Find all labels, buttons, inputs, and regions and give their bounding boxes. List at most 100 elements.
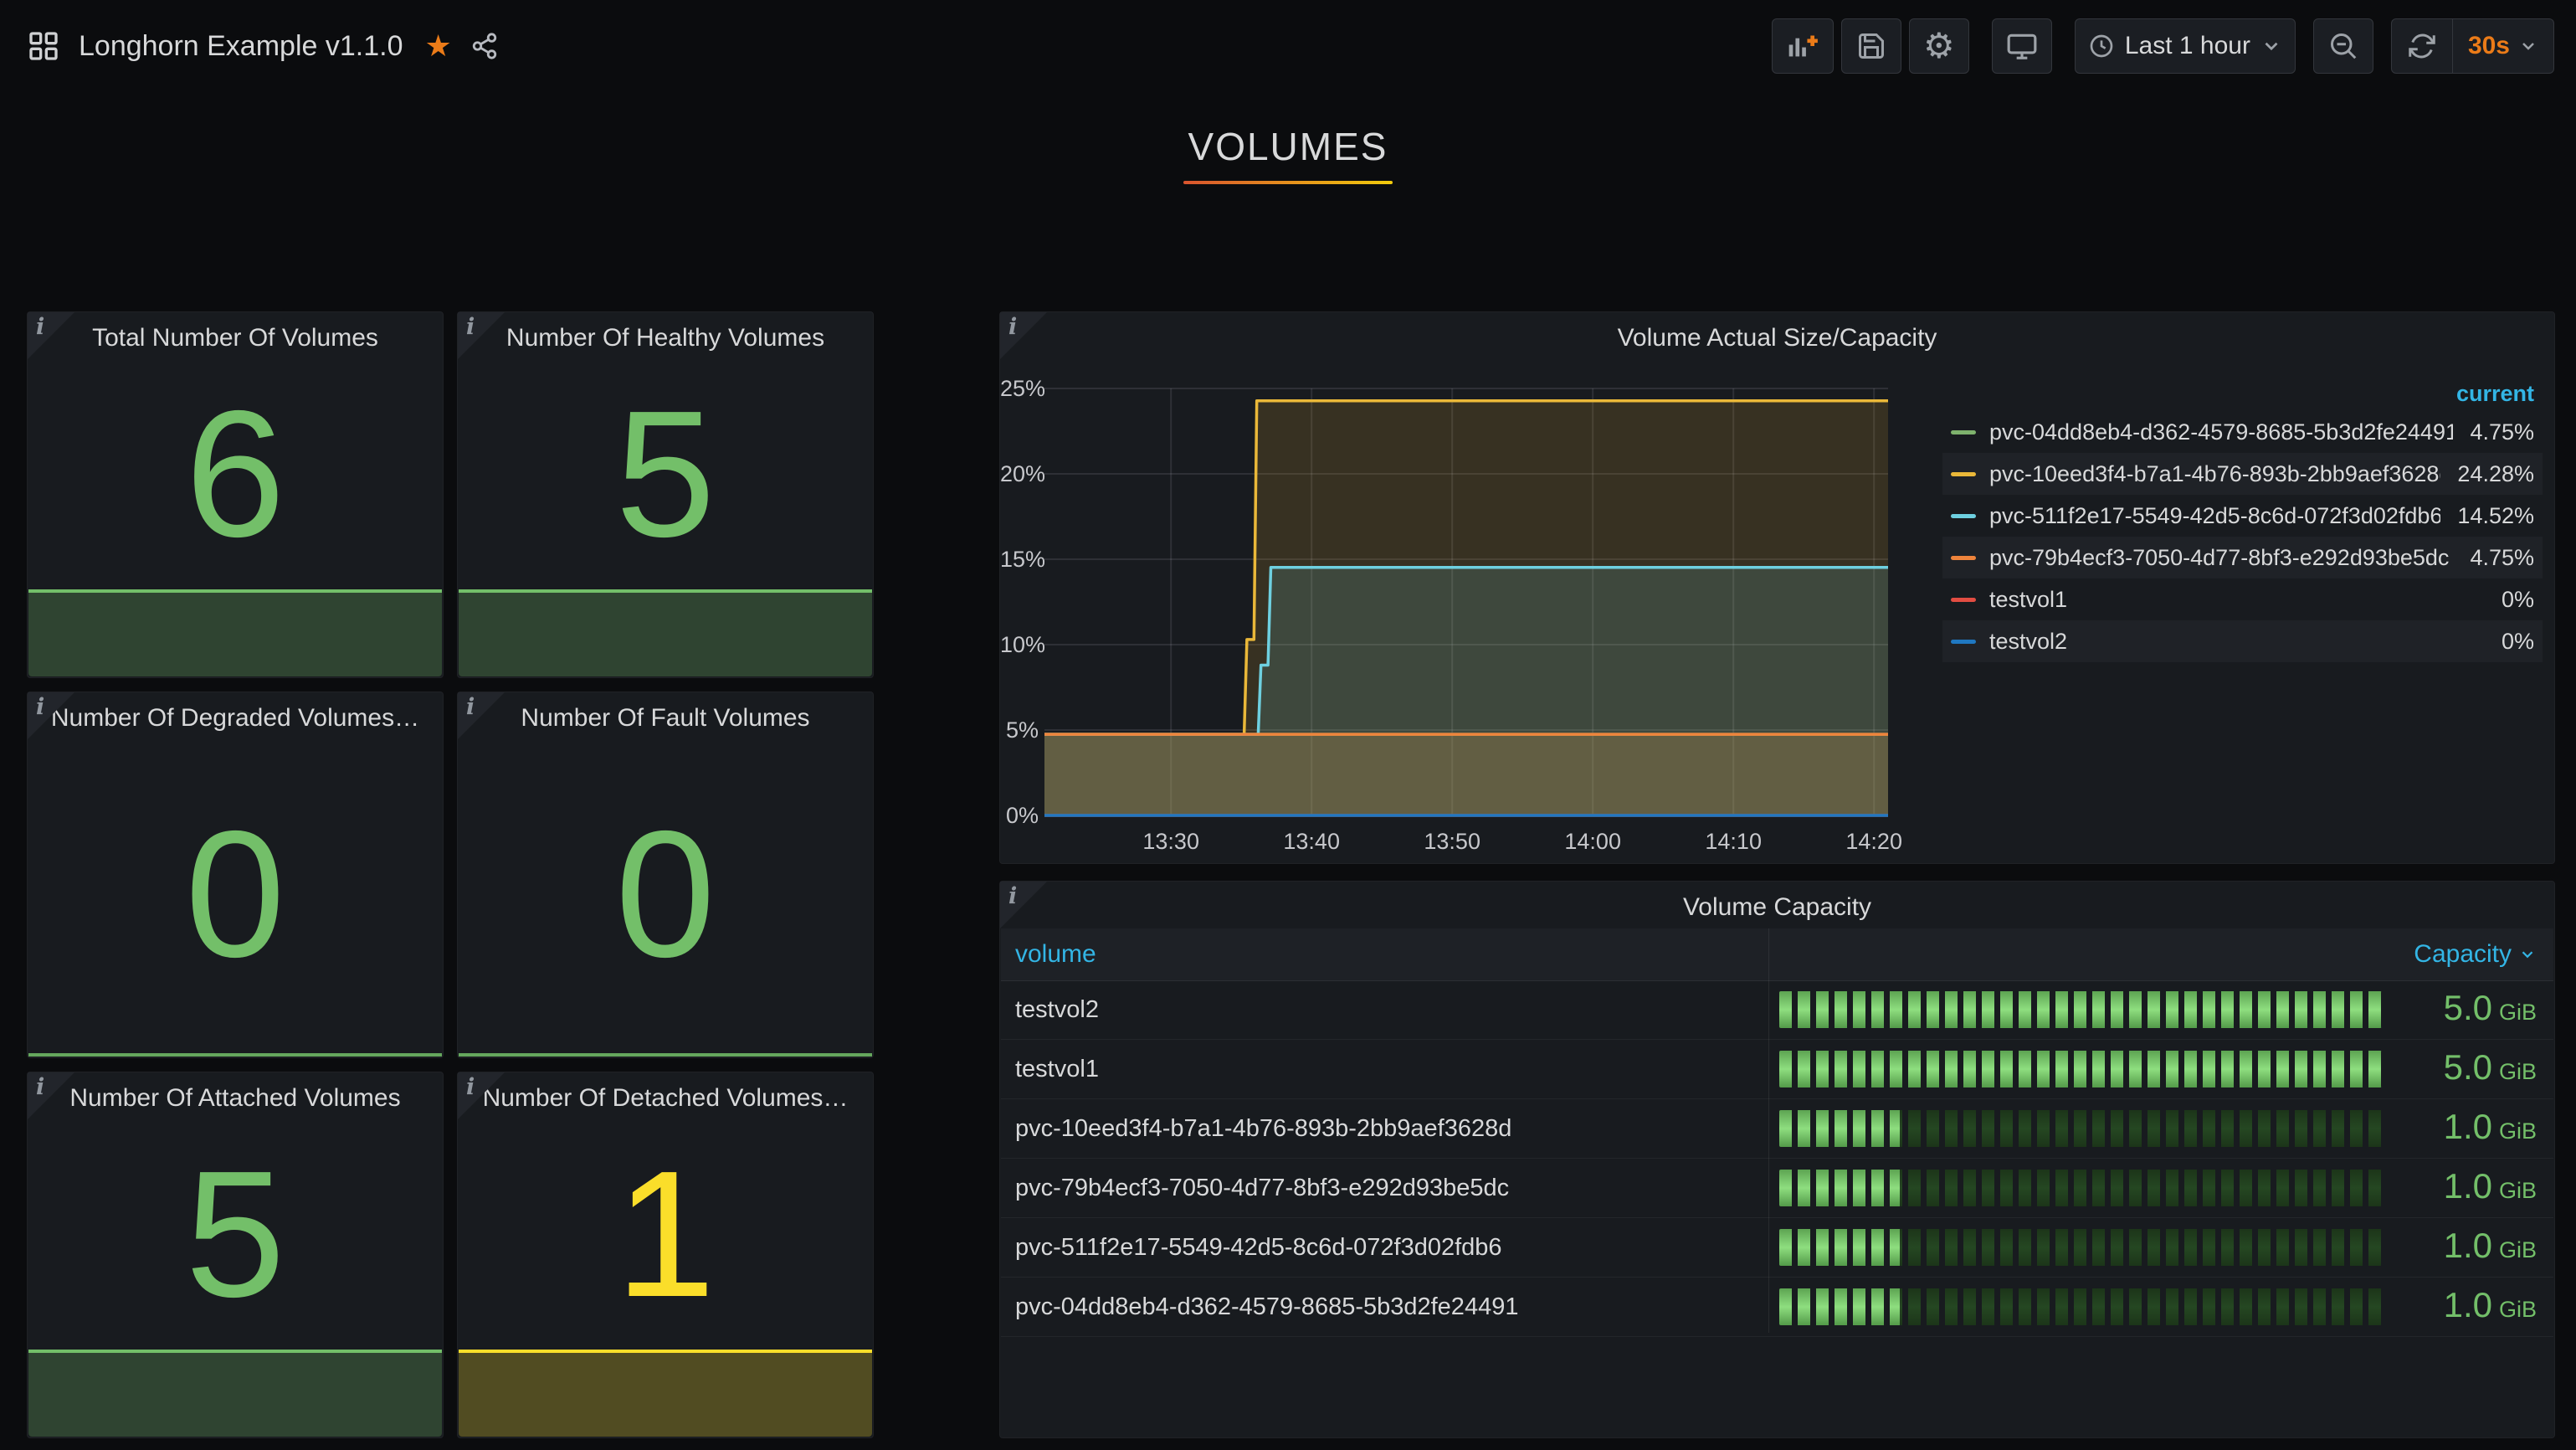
apps-grid-icon[interactable]	[27, 29, 60, 63]
gear-icon: ⚙	[1923, 28, 1955, 64]
legend-item[interactable]: pvc-79b4ecf3-7050-4d77-8bf3-e292d93be5dc…	[1942, 537, 2543, 578]
stat-panel-title: Number Of Fault Volumes	[458, 704, 873, 733]
y-tick-label: 20%	[1000, 461, 1039, 487]
time-range-label: Last 1 hour	[2125, 32, 2250, 60]
refresh-interval-dropdown[interactable]: 30s	[2452, 19, 2553, 73]
capacity-value-cell: 1.0 GiB	[2444, 1218, 2537, 1277]
grafana-dashboard: Longhorn Example v1.1.0 ★	[0, 0, 2576, 1450]
refresh-picker: 30s	[2391, 18, 2554, 74]
x-tick-label: 13:50	[1402, 829, 1502, 855]
section-heading: VOLUMES	[0, 124, 2576, 184]
stat-value: 0	[28, 734, 443, 1052]
x-tick-label: 13:30	[1121, 829, 1221, 855]
stat-panel: iNumber Of Detached Volumes…1	[457, 1072, 874, 1438]
legend-current-value: 4.75%	[2470, 545, 2534, 571]
panel-info-corner[interactable]: i	[458, 692, 505, 739]
legend-series-name[interactable]: pvc-79b4ecf3-7050-4d77-8bf3-e292d93be5dc	[1989, 545, 2453, 571]
capacity-bar-fill	[1779, 1229, 1900, 1266]
table-panel-volume-capacity: i Volume Capacity volume Capacity testvo…	[999, 881, 2555, 1438]
column-header-capacity[interactable]: Capacity	[2414, 928, 2537, 980]
save-dashboard-button[interactable]	[1841, 18, 1901, 74]
info-icon: i	[36, 694, 44, 720]
capacity-bar-gauge	[1779, 1170, 2382, 1206]
table-row[interactable]: testvol2 5.0 GiB	[1001, 980, 2553, 1040]
stat-panel-title: Number Of Healthy Volumes	[458, 324, 873, 352]
favorite-star-icon[interactable]: ★	[424, 31, 451, 61]
capacity-number: 5.0	[2444, 988, 2492, 1027]
legend-item[interactable]: pvc-511f2e17-5549-42d5-8c6d-072f3d02fdb6…	[1942, 495, 2543, 537]
column-header-volume[interactable]: volume	[1015, 928, 1096, 980]
series-color-dash-icon	[1951, 472, 1976, 476]
legend-current-value: 24.28%	[2457, 461, 2534, 487]
panel-info-corner[interactable]: i	[458, 1072, 505, 1119]
section-heading-text: VOLUMES	[0, 124, 2576, 169]
panel-info-corner[interactable]: i	[28, 692, 74, 739]
x-tick-label: 14:20	[1824, 829, 1924, 855]
chevron-down-icon	[2518, 36, 2538, 56]
capacity-unit: GiB	[2499, 1237, 2537, 1262]
table-row[interactable]: testvol15.0GiB	[1001, 1040, 2553, 1099]
table-row[interactable]: pvc-79b4ecf3-7050-4d77-8bf3-e292d93be5dc…	[1001, 1159, 2553, 1218]
legend-series-name[interactable]: testvol1	[1989, 587, 2485, 613]
legend-series-name[interactable]: pvc-511f2e17-5549-42d5-8c6d-072f3d02fdb6	[1989, 503, 2440, 529]
capacity-number: 1.0	[2444, 1166, 2492, 1206]
info-icon: i	[1008, 883, 1017, 909]
chart-panel-title: Volume Actual Size/Capacity	[1000, 324, 2554, 352]
zoom-out-button[interactable]	[2313, 18, 2373, 74]
share-icon[interactable]	[470, 32, 499, 60]
info-icon: i	[466, 1074, 475, 1100]
volume-name-cell: pvc-79b4ecf3-7050-4d77-8bf3-e292d93be5dc	[1015, 1159, 1509, 1217]
panel-info-corner[interactable]: i	[28, 312, 74, 359]
chevron-down-icon	[2260, 35, 2282, 57]
y-tick-label: 10%	[1000, 632, 1039, 658]
table-row[interactable]: pvc-04dd8eb4-d362-4579-8685-5b3d2fe24491…	[1001, 1278, 2553, 1337]
legend-item[interactable]: pvc-10eed3f4-b7a1-4b76-893b-2bb9aef3628d…	[1942, 453, 2543, 495]
legend-series-name[interactable]: pvc-04dd8eb4-d362-4579-8685-5b3d2fe24491	[1989, 419, 2453, 445]
info-icon: i	[36, 314, 44, 340]
panel-info-corner[interactable]: i	[1000, 312, 1047, 359]
chart-panel-volume-actual-size: i Volume Actual Size/Capacity 0%5%10%15%…	[999, 311, 2555, 864]
legend-item[interactable]: pvc-04dd8eb4-d362-4579-8685-5b3d2fe24491…	[1942, 411, 2543, 453]
panel-info-corner[interactable]: i	[458, 312, 505, 359]
legend-current-value: 0%	[2502, 629, 2534, 655]
x-tick-label: 14:10	[1683, 829, 1783, 855]
y-tick-label: 5%	[1000, 717, 1039, 743]
time-range-picker[interactable]: Last 1 hour	[2075, 18, 2296, 74]
table-row[interactable]: pvc-511f2e17-5549-42d5-8c6d-072f3d02fdb6…	[1001, 1218, 2553, 1278]
info-icon: i	[466, 314, 475, 340]
capacity-unit: GiB	[2499, 1178, 2537, 1203]
capacity-unit: GiB	[2499, 1118, 2537, 1144]
refresh-interval-label: 30s	[2468, 32, 2510, 60]
series-color-dash-icon	[1951, 430, 1976, 434]
capacity-number: 1.0	[2444, 1226, 2492, 1265]
legend-series-name[interactable]: pvc-10eed3f4-b7a1-4b76-893b-2bb9aef3628d	[1989, 461, 2440, 487]
y-tick-label: 25%	[1000, 376, 1039, 402]
table-row[interactable]: pvc-10eed3f4-b7a1-4b76-893b-2bb9aef3628d…	[1001, 1099, 2553, 1159]
series-color-dash-icon	[1951, 514, 1976, 518]
add-panel-button[interactable]	[1772, 18, 1834, 74]
legend-series-name[interactable]: testvol2	[1989, 629, 2485, 655]
legend-current-value: 4.75%	[2470, 419, 2534, 445]
capacity-bar-fill	[1779, 991, 2382, 1028]
capacity-number: 5.0	[2444, 1047, 2492, 1087]
dashboard-title[interactable]: Longhorn Example v1.1.0	[79, 30, 403, 63]
cycle-view-mode-button[interactable]	[1992, 18, 2052, 74]
legend-item[interactable]: testvol2 0%	[1942, 620, 2543, 662]
refresh-button[interactable]	[2392, 19, 2452, 73]
capacity-unit: GiB	[2499, 1000, 2537, 1025]
stat-panel-title: Number Of Degraded Volumes…	[28, 704, 443, 733]
series-fill	[1044, 734, 1888, 815]
legend-current-value: 14.52%	[2457, 503, 2534, 529]
stat-value: 1	[458, 1114, 873, 1352]
chart-legend: current pvc-04dd8eb4-d362-4579-8685-5b3d…	[1942, 376, 2543, 662]
panel-info-corner[interactable]: i	[28, 1072, 74, 1119]
dashboard-settings-button[interactable]: ⚙	[1909, 18, 1969, 74]
x-tick-label: 14:00	[1542, 829, 1643, 855]
capacity-unit: GiB	[2499, 1059, 2537, 1084]
legend-item[interactable]: testvol10%	[1942, 578, 2543, 620]
capacity-value-cell: 1.0GiB	[2444, 1278, 2537, 1336]
info-icon: i	[36, 1074, 44, 1100]
legend-column-header[interactable]: current	[1942, 376, 2543, 411]
panel-info-corner[interactable]: i	[1000, 882, 1047, 928]
volume-name-cell: testvol2	[1015, 980, 1099, 1039]
